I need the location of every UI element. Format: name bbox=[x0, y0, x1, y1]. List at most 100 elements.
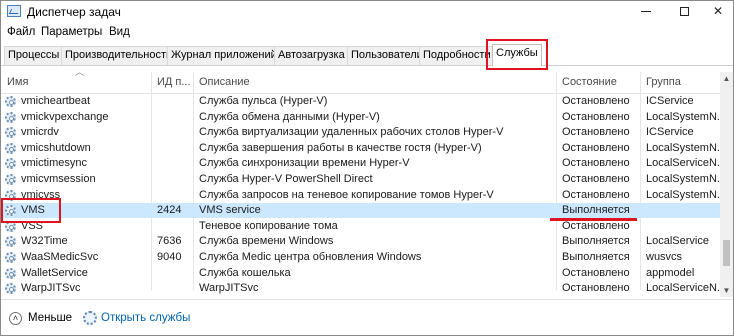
open-services-link[interactable]: Открыть службы bbox=[101, 312, 190, 324]
table-row[interactable]: WarpJITSvc WarpJITSvc Остановлено LocalS… bbox=[1, 281, 720, 296]
tab-processes[interactable]: Процессы bbox=[4, 46, 64, 65]
service-group: LocalService bbox=[646, 235, 709, 248]
status-underline bbox=[550, 218, 637, 221]
service-description: Теневое копирование тома bbox=[199, 219, 338, 232]
scroll-down-arrow-icon[interactable]: ▼ bbox=[720, 284, 733, 297]
service-gear-icon bbox=[5, 142, 16, 154]
service-description: Служба Hyper-V PowerShell Direct bbox=[199, 173, 373, 185]
service-group: LocalServiceN... bbox=[646, 282, 720, 295]
services-table-body: vmicheartbeat Служба пульса (Hyper-V) Ос… bbox=[1, 94, 720, 297]
table-header: Имя ИД п... Описание Состояние Группа bbox=[1, 72, 720, 94]
tab-details[interactable]: Подробности bbox=[419, 46, 495, 65]
service-pid: 7636 bbox=[157, 235, 182, 248]
tab-performance[interactable]: Производительность bbox=[61, 46, 176, 65]
service-status: Остановлено bbox=[562, 188, 630, 201]
service-description: VMS service bbox=[199, 204, 261, 217]
service-pid: 2424 bbox=[157, 204, 182, 217]
fewer-details-button[interactable]: Меньше bbox=[28, 312, 72, 324]
close-button[interactable]: ✕ bbox=[699, 1, 733, 23]
column-description[interactable]: Описание bbox=[199, 76, 549, 88]
table-row[interactable]: VSS Теневое копирование тома Остановлено bbox=[1, 219, 720, 234]
service-description: Служба завершения работы в качестве гост… bbox=[199, 141, 482, 154]
service-name: W32Time bbox=[21, 235, 68, 248]
service-group: LocalSystemN... bbox=[646, 141, 720, 154]
service-description: Служба запросов на теневое копирование т… bbox=[199, 188, 494, 201]
service-group: ICService bbox=[646, 95, 694, 107]
service-status: Остановлено bbox=[562, 266, 630, 279]
service-name: WarpJITSvc bbox=[21, 282, 81, 295]
table-row[interactable]: vmickvpexchange Служба обмена данными (H… bbox=[1, 110, 720, 125]
service-gear-icon bbox=[5, 252, 16, 263]
menu-bar: Файл Параметры Вид bbox=[1, 24, 733, 42]
service-status: Выполняется bbox=[562, 204, 630, 217]
service-name: vmicshutdown bbox=[21, 141, 91, 154]
service-gear-icon bbox=[5, 267, 16, 279]
service-status: Остановлено bbox=[562, 157, 630, 170]
service-group: appmodel bbox=[646, 266, 695, 279]
service-group: LocalSystemN... bbox=[646, 173, 720, 185]
service-pid: 9040 bbox=[157, 251, 182, 263]
close-icon: ✕ bbox=[712, 4, 724, 18]
service-name: vmicheartbeat bbox=[21, 95, 91, 107]
footer-bar: ˄ Меньше Открыть службы bbox=[1, 299, 733, 335]
service-gear-icon bbox=[5, 158, 16, 170]
services-gear-icon bbox=[83, 311, 97, 325]
tab-app-history[interactable]: Журнал приложений bbox=[167, 46, 281, 65]
service-status: Остановлено bbox=[562, 95, 630, 107]
service-status: Остановлено bbox=[562, 219, 630, 232]
tab-users[interactable]: Пользователи bbox=[347, 46, 427, 65]
title-bar: Диспетчер задач ✕ bbox=[1, 1, 733, 23]
service-status: Остановлено bbox=[562, 141, 630, 154]
service-status: Остановлено bbox=[562, 110, 630, 123]
table-row-selected[interactable]: VMS 2424 VMS service Выполняется bbox=[1, 203, 720, 219]
table-row[interactable]: WaaSMedicSvc 9040 Служба Medic центра об… bbox=[1, 250, 720, 265]
service-name: vmicvmsession bbox=[21, 173, 96, 185]
menu-view[interactable]: Вид bbox=[109, 26, 130, 38]
table-row[interactable]: WalletService Служба кошелька Остановлен… bbox=[1, 266, 720, 281]
minimize-button[interactable] bbox=[627, 1, 665, 23]
menu-file[interactable]: Файл bbox=[7, 26, 35, 38]
column-name[interactable]: Имя bbox=[7, 76, 147, 88]
tab-strip: Процессы Производительность Журнал прило… bbox=[1, 42, 733, 66]
vms-row-highlight bbox=[1, 198, 61, 223]
service-description: Служба пульса (Hyper-V) bbox=[199, 95, 328, 107]
menu-options[interactable]: Параметры bbox=[41, 26, 102, 38]
service-status: Остановлено bbox=[562, 126, 630, 139]
service-description: Служба синхронизации времени Hyper-V bbox=[199, 157, 410, 170]
service-status: Выполняется bbox=[562, 235, 630, 248]
vertical-scrollbar[interactable]: ▲ ▼ bbox=[720, 72, 733, 297]
service-group: LocalSystemN... bbox=[646, 110, 720, 123]
maximize-button[interactable] bbox=[665, 1, 703, 23]
service-name: WalletService bbox=[21, 266, 88, 279]
service-status: Остановлено bbox=[562, 173, 630, 185]
service-description: Служба обмена данными (Hyper-V) bbox=[199, 110, 380, 123]
chevron-up-icon[interactable]: ˄ bbox=[9, 312, 22, 325]
table-row[interactable]: vmicvss Служба запросов на теневое копир… bbox=[1, 188, 720, 203]
column-pid[interactable]: ИД п... bbox=[157, 76, 193, 88]
service-gear-icon bbox=[5, 127, 16, 139]
service-name: WaaSMedicSvc bbox=[21, 251, 99, 263]
service-description: WarpJITSvc bbox=[199, 282, 259, 295]
service-description: Служба Medic центра обновления Windows bbox=[199, 251, 422, 263]
service-gear-icon bbox=[5, 96, 16, 107]
service-description: Служба кошелька bbox=[199, 266, 291, 279]
service-name: vmicrdv bbox=[21, 126, 59, 139]
service-name: vmickvpexchange bbox=[21, 110, 109, 123]
column-group[interactable]: Группа bbox=[646, 76, 720, 88]
scroll-up-arrow-icon[interactable]: ▲ bbox=[720, 72, 733, 85]
tab-startup[interactable]: Автозагрузка bbox=[274, 46, 349, 65]
table-row[interactable]: W32Time 7636 Служба времени Windows Выпо… bbox=[1, 234, 720, 249]
table-row[interactable]: vmicheartbeat Служба пульса (Hyper-V) Ос… bbox=[1, 94, 720, 109]
table-row[interactable]: vmicshutdown Служба завершения работы в … bbox=[1, 141, 720, 156]
service-description: Служба виртуализации удаленных рабочих с… bbox=[199, 126, 504, 139]
task-manager-window: Диспетчер задач ✕ Файл Параметры Вид Про… bbox=[0, 0, 734, 336]
service-gear-icon bbox=[5, 174, 16, 185]
service-gear-icon bbox=[5, 111, 16, 123]
column-status[interactable]: Состояние bbox=[562, 76, 638, 88]
table-row[interactable]: vmicrdv Служба виртуализации удаленных р… bbox=[1, 125, 720, 140]
scroll-thumb[interactable] bbox=[723, 240, 730, 266]
service-group: LocalServiceN... bbox=[646, 157, 720, 170]
table-row[interactable]: vmictimesync Служба синхронизации времен… bbox=[1, 156, 720, 171]
service-group: ICService bbox=[646, 126, 694, 139]
table-row[interactable]: vmicvmsession Служба Hyper-V PowerShell … bbox=[1, 172, 720, 187]
